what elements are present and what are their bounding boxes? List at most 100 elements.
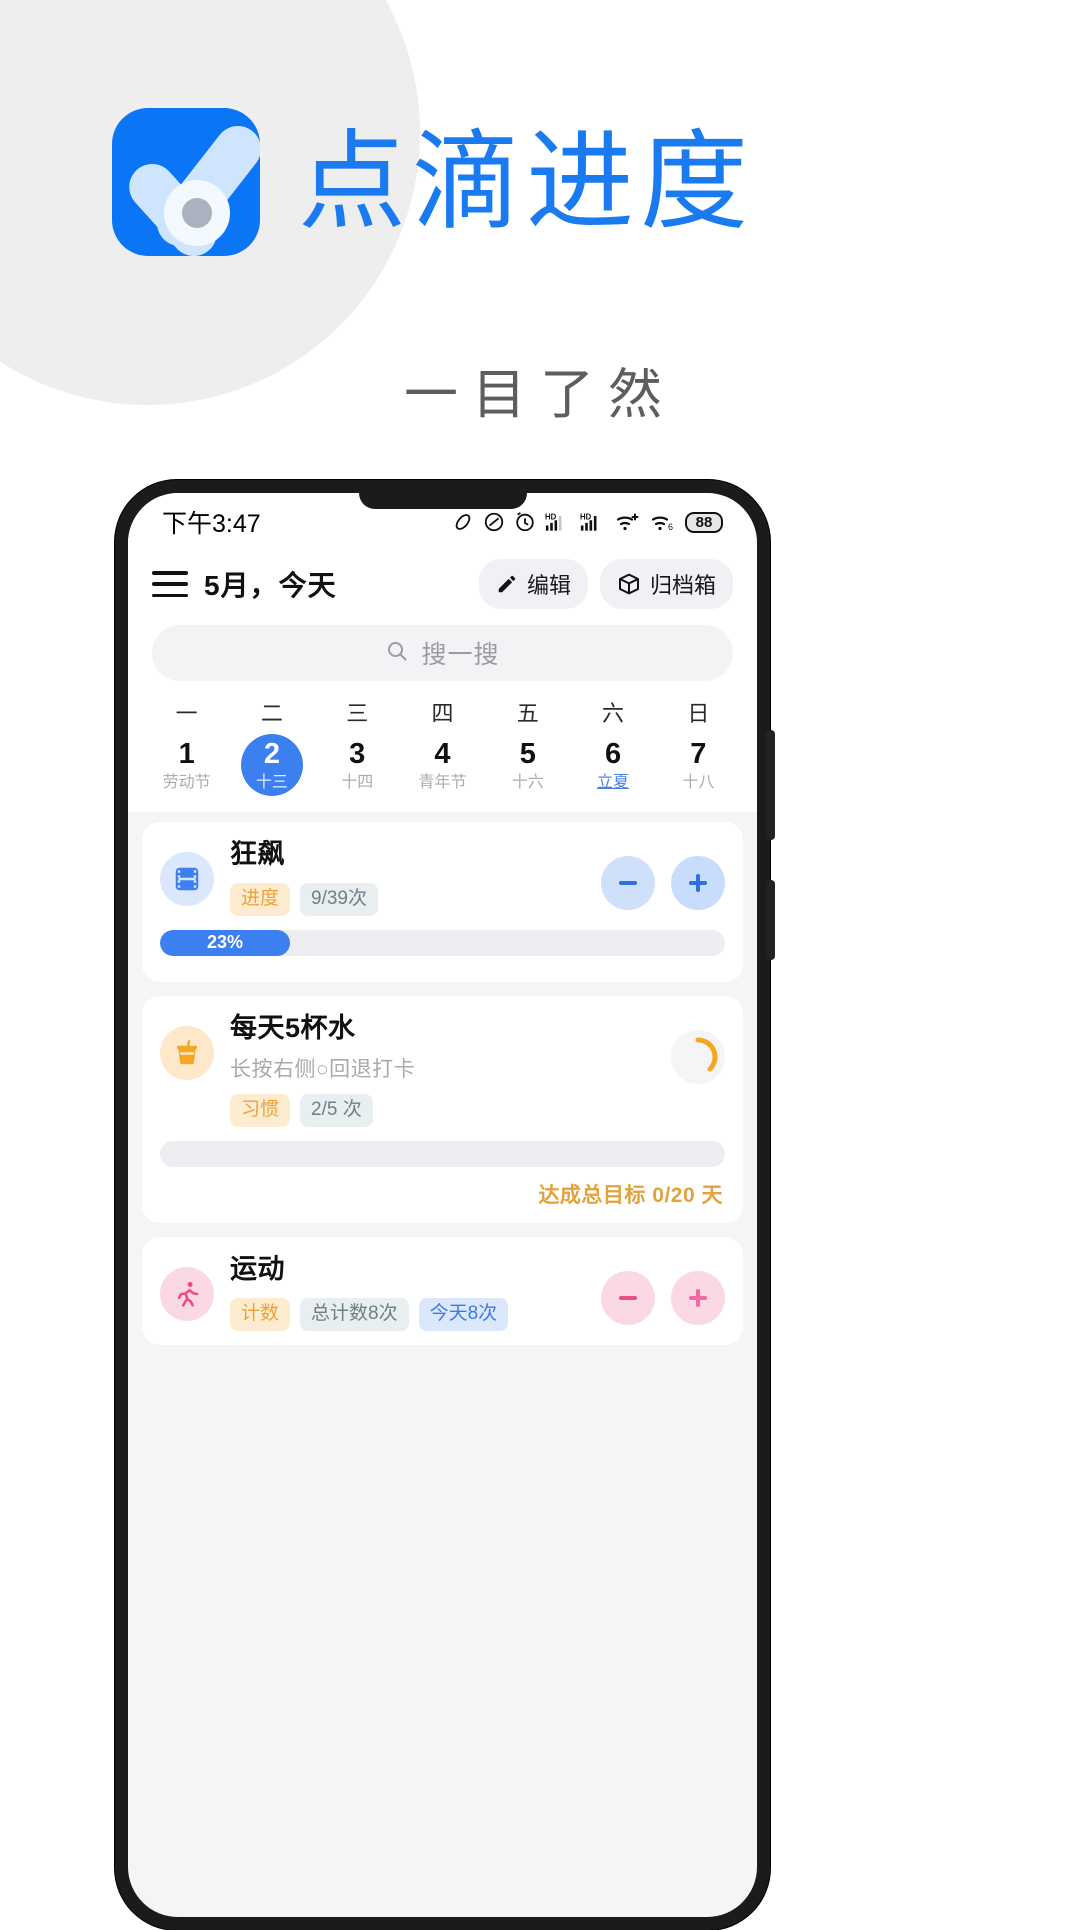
- task-subtitle: 长按右侧○回退打卡: [230, 1058, 416, 1082]
- calendar-day-lunar-label: 十三: [255, 773, 288, 791]
- calendar-day-lunar-label: 青年节: [418, 773, 467, 791]
- hd-signal-icon: HD: [545, 511, 571, 533]
- task-list: 狂飙进度 9/39次 23% 每天5杯水长按右侧○回退打卡习惯 2/5 次达成总目标 0…: [128, 812, 757, 1345]
- wifi-plus-icon: [615, 511, 641, 533]
- increment-button[interactable]: [671, 856, 725, 910]
- task-card-main: 狂飙进度 9/39次: [160, 838, 725, 916]
- box-icon: [617, 572, 641, 596]
- calendar-day-cell[interactable]: 5 十六: [497, 734, 559, 796]
- link-icon: [452, 511, 474, 533]
- task-body: 每天5杯水长按右侧○回退打卡习惯 2/5 次: [230, 1012, 655, 1128]
- calendar-day-3[interactable]: 三 3 十四: [315, 699, 400, 796]
- battery-level: 88: [685, 511, 723, 533]
- calendar-day-5[interactable]: 五 5 十六: [485, 699, 570, 796]
- promo-tagline: 一目了然: [404, 365, 676, 425]
- phone-notch: [358, 493, 527, 509]
- task-card[interactable]: 狂飙进度 9/39次 23%: [142, 822, 743, 982]
- task-controls: [601, 1271, 725, 1326]
- calendar-day-cell[interactable]: 1 劳动节: [156, 734, 218, 796]
- calendar-day-number: 2: [263, 737, 280, 770]
- calendar-day-number: 1: [178, 737, 195, 770]
- decrement-button[interactable]: [601, 1271, 655, 1326]
- header-actions: 编辑 归档箱: [478, 559, 733, 609]
- task-controls: [671, 1029, 725, 1084]
- calendar-day-of-week: 五: [516, 701, 539, 726]
- calendar-week-strip: 一 1 劳动节 二 2 十三 三 3 十四 四 4 青年节 五 5 十六 六 6 立夏 日 7 十八: [128, 695, 757, 812]
- decrement-button[interactable]: [601, 856, 655, 910]
- task-card-main: 每天5杯水长按右侧○回退打卡习惯 2/5 次: [160, 1012, 725, 1128]
- search-input[interactable]: 搜一搜: [152, 625, 733, 681]
- calendar-day-number: 7: [690, 737, 707, 770]
- wifi6-icon: 6: [650, 511, 676, 533]
- edit-button-label: 编辑: [526, 573, 571, 598]
- phone-mockup: 下午3:47 HD HD 6 88 5月，今天 编辑 归档箱 搜一搜 一 1 劳…: [115, 480, 775, 1930]
- calendar-day-of-week: 六: [602, 701, 625, 726]
- hd-signal-icon: HD: [580, 511, 606, 533]
- calendar-day-cell[interactable]: 6 立夏: [582, 734, 644, 796]
- page-title: 5月，今天: [204, 570, 337, 601]
- task-controls: [601, 856, 725, 910]
- task-goal-label: 达成总目标: [538, 1184, 646, 1208]
- task-tag-today: 今天8次: [418, 1297, 509, 1331]
- task-title: 狂飙: [230, 839, 285, 869]
- calendar-day-1[interactable]: 一 1 劳动节: [144, 699, 229, 796]
- calendar-day-lunar-label: 立夏: [597, 773, 630, 791]
- edit-button[interactable]: 编辑: [478, 559, 588, 609]
- task-tag-kind: 习惯: [230, 1094, 291, 1128]
- task-goal-value: 0/20 天: [652, 1184, 723, 1208]
- calendar-day-lunar-label: 十八: [682, 773, 715, 791]
- pencil-icon: [496, 573, 518, 595]
- calendar-day-cell[interactable]: 4 青年节: [411, 734, 473, 796]
- alarm-icon: [514, 511, 536, 533]
- phone-power-button: [766, 880, 775, 960]
- app-check-icon: [112, 108, 260, 256]
- task-card-main: 运动计数 总计数8次 今天8次: [160, 1253, 725, 1331]
- drink-cup-icon: [160, 1025, 214, 1080]
- calendar-day-lunar-label: 劳动节: [162, 773, 211, 791]
- promo-brand-row: 点滴进度: [112, 108, 754, 256]
- status-icons: HD HD 6 88: [452, 511, 723, 533]
- phone-volume-button: [766, 730, 775, 840]
- task-tag-count: 9/39次: [300, 882, 378, 916]
- calendar-day-number: 6: [604, 737, 622, 770]
- calendar-day-7[interactable]: 日 7 十八: [656, 699, 741, 796]
- task-tag-count: 2/5 次: [300, 1094, 373, 1128]
- archive-button[interactable]: 归档箱: [599, 559, 733, 609]
- calendar-day-of-week: 一: [175, 701, 198, 726]
- task-goal-text: 达成总目标 0/20 天: [160, 1179, 725, 1223]
- calendar-day-cell[interactable]: 3 十四: [326, 734, 388, 796]
- ring-progress-icon[interactable]: [671, 1029, 725, 1084]
- card-spacer: [160, 968, 725, 982]
- task-title: 运动: [230, 1254, 285, 1285]
- task-tags: 计数 总计数8次 今天8次: [230, 1297, 585, 1331]
- task-card[interactable]: 运动计数 总计数8次 今天8次: [142, 1237, 743, 1345]
- film-icon: [160, 852, 214, 906]
- running-icon: [160, 1267, 214, 1322]
- calendar-day-6[interactable]: 六 6 立夏: [570, 699, 655, 796]
- task-title: 每天5杯水: [230, 1012, 356, 1043]
- calendar-day-selected[interactable]: 2 十三: [240, 734, 303, 796]
- calendar-day-lunar-label: 十四: [341, 773, 374, 791]
- task-body: 运动计数 总计数8次 今天8次: [230, 1253, 585, 1331]
- increment-button[interactable]: [671, 1271, 725, 1326]
- archive-button-label: 归档箱: [649, 573, 716, 598]
- task-tag-count: 总计数8次: [300, 1297, 409, 1331]
- calendar-day-of-week: 三: [346, 701, 369, 726]
- svg-text:6: 6: [668, 522, 673, 532]
- task-body: 狂飙进度 9/39次: [230, 838, 585, 916]
- status-time: 下午3:47: [162, 510, 261, 538]
- hamburger-icon[interactable]: [152, 571, 188, 597]
- card-spacer: [160, 1331, 725, 1345]
- calendar-day-2[interactable]: 二 2 十三: [229, 699, 314, 796]
- task-card[interactable]: 每天5杯水长按右侧○回退打卡习惯 2/5 次达成总目标 0/20 天: [142, 995, 743, 1224]
- task-progress-bar: 23%: [160, 929, 725, 956]
- task-tags: 进度 9/39次: [230, 882, 585, 916]
- calendar-day-cell[interactable]: 7 十八: [667, 734, 729, 796]
- calendar-day-of-week: 日: [687, 701, 710, 726]
- calendar-day-4[interactable]: 四 4 青年节: [400, 699, 485, 796]
- calendar-day-number: 5: [519, 737, 536, 770]
- app-header: 5月，今天 编辑 归档箱: [128, 551, 757, 617]
- calendar-day-number: 4: [434, 737, 451, 770]
- task-progress-fill: 23%: [160, 929, 290, 956]
- svg-text:HD: HD: [545, 512, 557, 521]
